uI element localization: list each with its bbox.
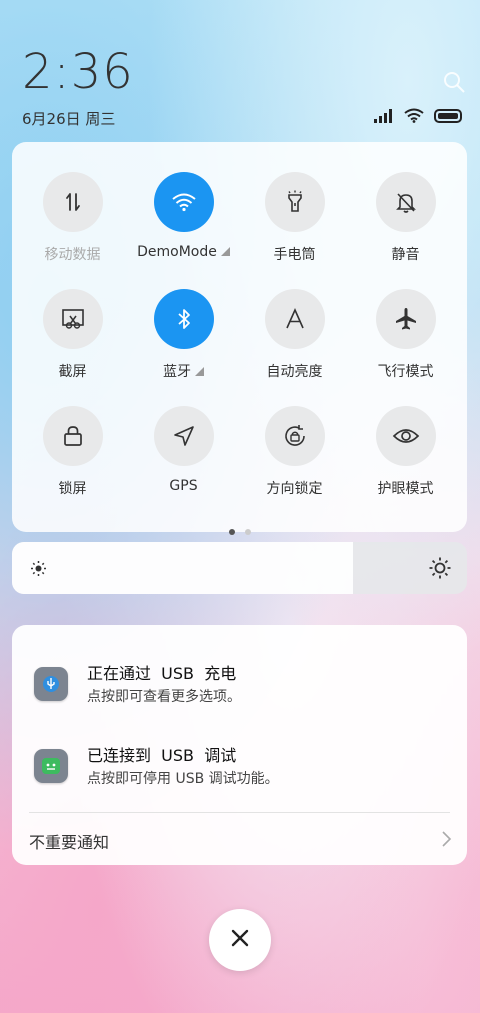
screenshot-icon	[42, 289, 103, 349]
notification-title: 正在通过 USB 充电	[87, 664, 237, 683]
brightness-high-icon	[429, 557, 451, 579]
quick-settings-panel: 移动数据 DemoMode 手电筒 静音截屏 蓝牙 自动亮度 飞行模式锁屏 GPS 方向锁定 护眼…	[12, 142, 467, 535]
status-bar-icons	[374, 108, 464, 126]
page-dot[interactable]	[244, 529, 251, 535]
signal-icon	[374, 108, 394, 127]
tile-label-text: 截屏	[58, 364, 87, 380]
tile-label-text: 方向锁定	[266, 481, 323, 497]
tile-label: 方向锁定	[239, 478, 350, 498]
auto-brightness-icon	[264, 289, 325, 349]
search-icon[interactable]	[442, 70, 468, 96]
expand-triangle-icon	[195, 367, 204, 376]
tile-label: 手电筒	[239, 244, 350, 264]
page-dot[interactable]	[228, 529, 235, 535]
notification-description: 点按即可停用 USB 调试功能。	[87, 771, 279, 787]
tile-auto-brightness[interactable]: 自动亮度	[239, 289, 350, 381]
tile-mobile-data[interactable]: 移动数据	[17, 172, 128, 264]
date-text: 6月26日 周三	[22, 110, 116, 128]
unimportant-label: 不重要通知	[29, 833, 110, 852]
tile-rotation-lock[interactable]: 方向锁定	[239, 406, 350, 498]
notification-usb-charging[interactable]: 正在通过 USB 充电 点按即可查看更多选项。	[12, 655, 467, 715]
lock-icon	[42, 406, 103, 466]
flashlight-icon	[264, 172, 325, 232]
notification-description: 点按即可查看更多选项。	[87, 689, 241, 705]
expand-triangle-icon	[220, 247, 230, 256]
brightness-low-icon	[30, 560, 47, 577]
tile-label-text: 飞行模式	[377, 364, 434, 380]
tile-airplane[interactable]: 飞行模式	[350, 289, 461, 381]
close-button[interactable]	[209, 909, 271, 971]
tile-eye[interactable]: 护眼模式	[350, 406, 461, 498]
bluetooth-icon	[153, 289, 214, 349]
bell-off-icon	[375, 172, 436, 232]
tile-label-text: 静音	[391, 247, 420, 263]
divider	[29, 812, 450, 813]
rotation-lock-icon	[264, 406, 325, 466]
brightness-fill	[12, 542, 354, 594]
tile-wifi[interactable]: DemoMode	[128, 172, 239, 260]
eye-icon	[375, 406, 436, 466]
tile-bell-off[interactable]: 静音	[350, 172, 461, 264]
notification-card: 正在通过 USB 充电 点按即可查看更多选项。 已连接到 USB 调试 点按即可…	[12, 625, 467, 865]
notification-title: 已连接到 USB 调试	[87, 746, 237, 765]
android-debug-icon	[34, 749, 68, 783]
tile-label: 护眼模式	[350, 478, 461, 498]
tile-label-text: GPS	[169, 478, 198, 494]
tile-label: 静音	[350, 244, 461, 264]
tile-label: DemoMode	[128, 244, 239, 260]
clock-time: 2:36	[22, 44, 134, 100]
tile-label-text: 护眼模式	[377, 481, 434, 497]
tile-label: 自动亮度	[239, 361, 350, 381]
tile-flashlight[interactable]: 手电筒	[239, 172, 350, 264]
tile-label: GPS	[128, 478, 239, 494]
wifi-icon	[153, 172, 214, 232]
close-icon	[231, 929, 249, 951]
tile-label: 截屏	[17, 361, 128, 381]
tile-gps[interactable]: GPS	[128, 406, 239, 494]
tile-label-text: 移动数据	[44, 247, 101, 263]
tile-label: 锁屏	[17, 478, 128, 498]
tile-label: 飞行模式	[350, 361, 461, 381]
notification-usb-debugging[interactable]: 已连接到 USB 调试 点按即可停用 USB 调试功能。	[12, 737, 467, 797]
gps-icon	[153, 406, 214, 466]
tile-bluetooth[interactable]: 蓝牙	[128, 289, 239, 381]
brightness-slider[interactable]	[12, 542, 467, 594]
tile-label: 蓝牙	[128, 361, 239, 381]
airplane-icon	[375, 289, 436, 349]
tile-label-text: 锁屏	[58, 481, 87, 497]
unimportant-notifications-row[interactable]: 不重要通知	[29, 825, 453, 855]
tile-label-text: 自动亮度	[266, 364, 323, 380]
tile-label-text: 蓝牙	[163, 364, 191, 380]
mobile-data-icon	[42, 172, 103, 232]
usb-icon	[34, 667, 68, 701]
tile-label: 移动数据	[17, 244, 128, 264]
tile-lock[interactable]: 锁屏	[17, 406, 128, 498]
tile-screenshot[interactable]: 截屏	[17, 289, 128, 381]
page-indicator	[12, 520, 467, 539]
battery-icon	[434, 108, 464, 127]
tile-label-text: 手电筒	[273, 247, 316, 263]
tile-label-text: DemoMode	[137, 244, 217, 260]
wifi-status-icon	[404, 108, 424, 127]
chevron-right-icon	[439, 829, 453, 849]
